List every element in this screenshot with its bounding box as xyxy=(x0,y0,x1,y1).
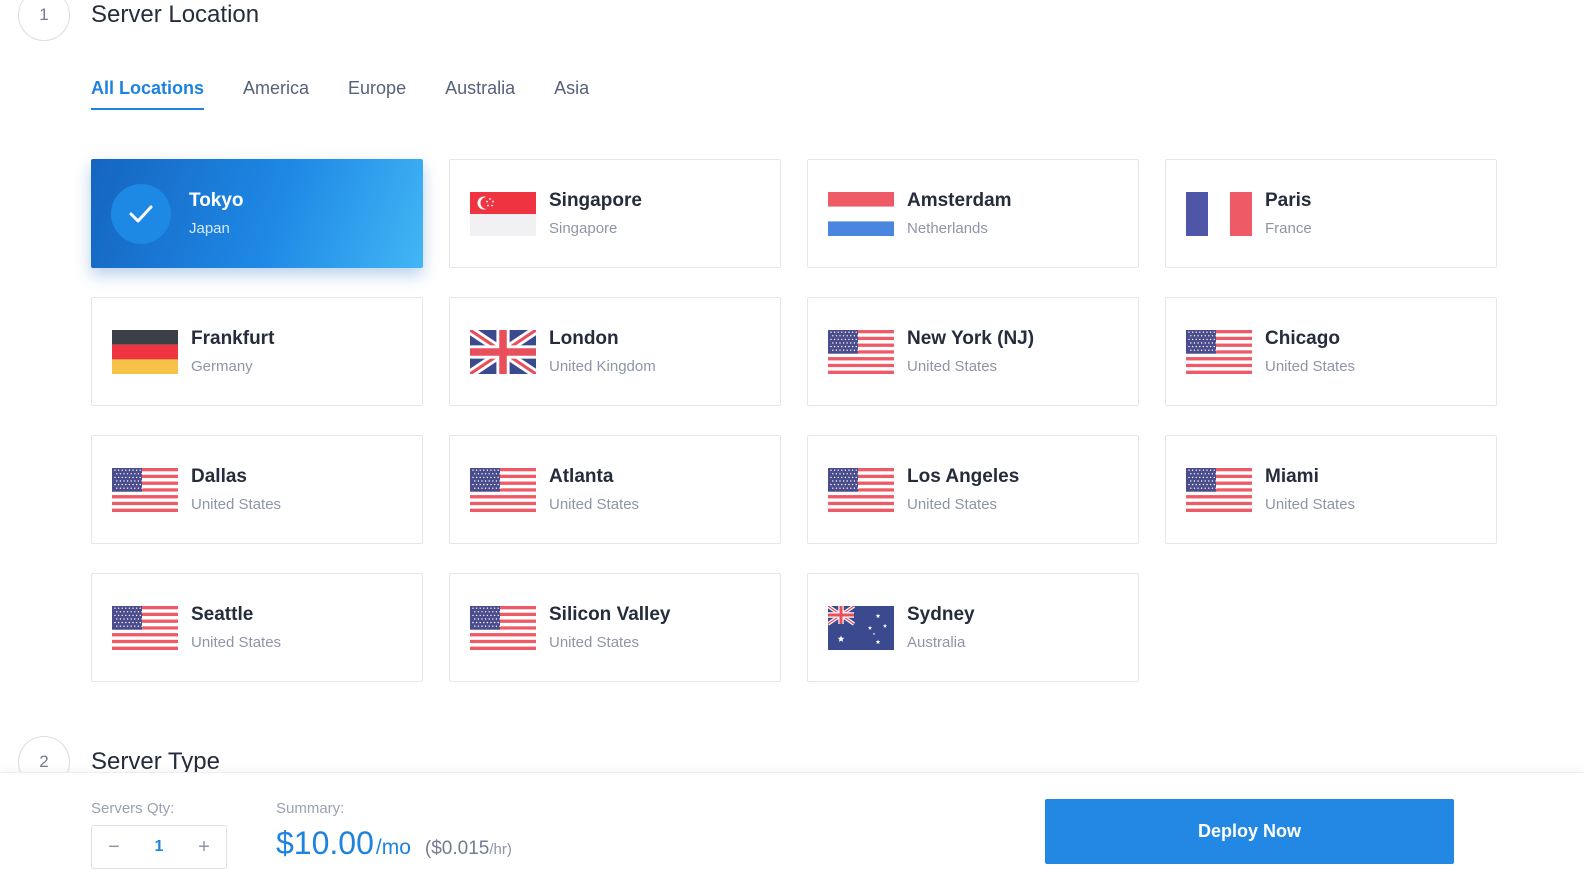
country-name: United States xyxy=(191,496,282,514)
monthly-price: $10.00 xyxy=(276,825,374,861)
location-region-tabs: All Locations America Europe Australia Asia xyxy=(91,78,628,110)
country-name: Japan xyxy=(189,220,230,238)
monthly-period: /mo xyxy=(375,836,411,859)
country-name: Singapore xyxy=(549,220,618,238)
location-card-miami[interactable]: Miami United States xyxy=(1165,435,1497,544)
step-number-badge: 1 xyxy=(18,0,70,41)
location-text: Silicon Valley United States xyxy=(549,604,670,652)
location-text: Paris France xyxy=(1265,190,1312,238)
location-text: London United Kingdom xyxy=(549,328,656,376)
country-name: United States xyxy=(907,358,998,376)
tab-europe[interactable]: Europe xyxy=(348,78,406,110)
city-name: Singapore xyxy=(549,189,642,211)
decrement-button[interactable]: − xyxy=(92,825,136,869)
deploy-summary-bar: Servers Qty: − 1 + Summary: $10.00 /mo (… xyxy=(0,772,1584,891)
location-card-frankfurt[interactable]: Frankfurt Germany xyxy=(91,297,423,406)
country-name: United States xyxy=(1265,358,1356,376)
tab-america[interactable]: America xyxy=(243,78,309,110)
section-title-server-location: Server Location xyxy=(91,1,260,28)
location-card-singapore[interactable]: Singapore Singapore xyxy=(449,159,781,268)
us-flag-icon xyxy=(828,329,894,374)
country-name: Germany xyxy=(191,358,253,376)
location-card-new-york-nj[interactable]: New York (NJ) United States xyxy=(807,297,1139,406)
hourly-price: ($0.015 xyxy=(424,838,490,859)
city-name: New York (NJ) xyxy=(907,327,1035,349)
location-card-los-angeles[interactable]: Los Angeles United States xyxy=(807,435,1139,544)
quantity-value[interactable]: 1 xyxy=(155,838,164,856)
germany-flag-icon xyxy=(112,329,178,374)
deploy-now-button[interactable]: Deploy Now xyxy=(1045,799,1454,864)
city-name: Seattle xyxy=(191,603,254,625)
singapore-flag-icon xyxy=(470,191,536,236)
summary-label: Summary: xyxy=(276,800,345,817)
location-text: Dallas United States xyxy=(191,466,281,514)
location-text: Amsterdam Netherlands xyxy=(907,190,1012,238)
city-name: London xyxy=(549,327,619,349)
country-name: United Kingdom xyxy=(549,358,656,376)
location-card-amsterdam[interactable]: Amsterdam Netherlands xyxy=(807,159,1139,268)
location-text: New York (NJ) United States xyxy=(907,328,1034,376)
tab-all-locations[interactable]: All Locations xyxy=(91,78,205,110)
country-name: United States xyxy=(549,496,640,514)
quantity-stepper: − 1 + xyxy=(91,825,227,869)
country-name: United States xyxy=(549,634,640,652)
city-name: Sydney xyxy=(907,603,975,625)
city-name: Atlanta xyxy=(549,465,614,487)
us-flag-icon xyxy=(1186,467,1252,512)
price-summary: $10.00 /mo ($0.015/hr) xyxy=(276,825,512,862)
location-text: Los Angeles United States xyxy=(907,466,1019,514)
hourly-unit: /hr) xyxy=(489,841,512,858)
city-name: Frankfurt xyxy=(191,327,275,349)
us-flag-icon xyxy=(1186,329,1252,374)
uk-flag-icon xyxy=(470,329,536,374)
location-card-atlanta[interactable]: Atlanta United States xyxy=(449,435,781,544)
city-name: Dallas xyxy=(191,465,247,487)
country-name: United States xyxy=(1265,496,1356,514)
location-grid: Tokyo Japan Singapore Singapore Amsterdam Net… xyxy=(91,159,1497,682)
tab-asia[interactable]: Asia xyxy=(554,78,589,110)
city-name: Chicago xyxy=(1265,327,1340,349)
location-text: Seattle United States xyxy=(191,604,281,652)
location-card-london[interactable]: London United Kingdom xyxy=(449,297,781,406)
location-text: Tokyo Japan xyxy=(189,190,244,238)
location-card-tokyo[interactable]: Tokyo Japan xyxy=(91,159,423,268)
location-card-dallas[interactable]: Dallas United States xyxy=(91,435,423,544)
us-flag-icon xyxy=(470,467,536,512)
location-text: Frankfurt Germany xyxy=(191,328,274,376)
us-flag-icon xyxy=(828,467,894,512)
location-card-seattle[interactable]: Seattle United States xyxy=(91,573,423,682)
australia-flag-icon xyxy=(828,605,894,650)
netherlands-flag-icon xyxy=(828,191,894,236)
country-name: United States xyxy=(907,496,998,514)
city-name: Miami xyxy=(1265,465,1319,487)
city-name: Los Angeles xyxy=(907,465,1020,487)
location-text: Sydney Australia xyxy=(907,604,975,652)
city-name: Tokyo xyxy=(189,189,244,211)
servers-qty-label: Servers Qty: xyxy=(91,800,175,817)
checkmark-icon xyxy=(111,183,171,244)
france-flag-icon xyxy=(1186,191,1252,236)
location-text: Miami United States xyxy=(1265,466,1355,514)
us-flag-icon xyxy=(470,605,536,650)
location-card-silicon-valley[interactable]: Silicon Valley United States xyxy=(449,573,781,682)
step-1-header: 1 Server Location xyxy=(18,0,259,41)
location-text: Singapore Singapore xyxy=(549,190,642,238)
us-flag-icon xyxy=(112,605,178,650)
country-name: France xyxy=(1265,220,1312,238)
tab-australia[interactable]: Australia xyxy=(445,78,515,110)
location-card-paris[interactable]: Paris France xyxy=(1165,159,1497,268)
location-card-chicago[interactable]: Chicago United States xyxy=(1165,297,1497,406)
location-card-sydney[interactable]: Sydney Australia xyxy=(807,573,1139,682)
city-name: Silicon Valley xyxy=(549,603,671,625)
city-name: Amsterdam xyxy=(907,189,1012,211)
country-name: Australia xyxy=(907,634,966,652)
country-name: United States xyxy=(191,634,282,652)
location-text: Atlanta United States xyxy=(549,466,639,514)
increment-button[interactable]: + xyxy=(182,825,226,869)
us-flag-icon xyxy=(112,467,178,512)
location-text: Chicago United States xyxy=(1265,328,1355,376)
city-name: Paris xyxy=(1265,189,1312,211)
country-name: Netherlands xyxy=(907,220,988,238)
